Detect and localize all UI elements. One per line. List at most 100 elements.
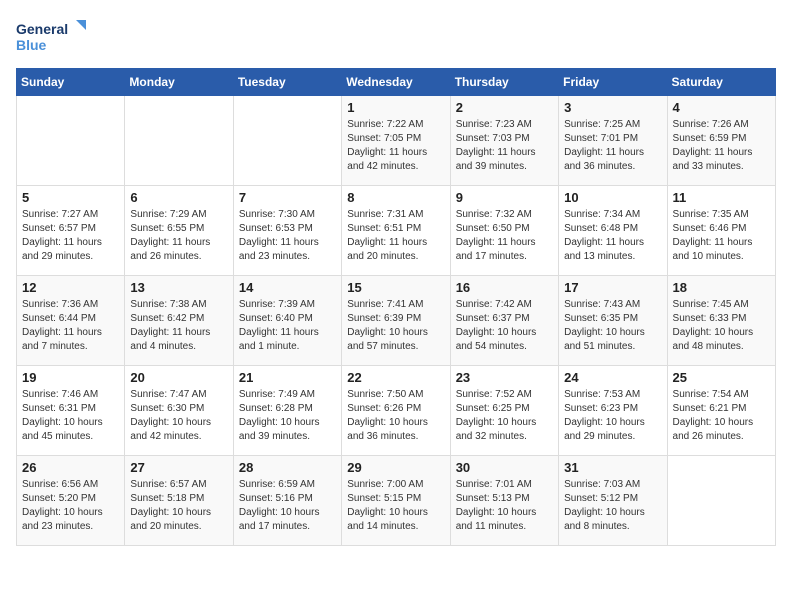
day-info: Sunrise: 7:35 AMSunset: 6:46 PMDaylight:… xyxy=(673,208,770,264)
calendar-cell: 16 Sunrise: 7:42 AMSunset: 6:37 PMDayligh… xyxy=(450,276,558,366)
day-info: Sunrise: 7:22 AMSunset: 7:05 PMDaylight:… xyxy=(347,118,444,174)
weekday-header: Sunday xyxy=(17,69,125,96)
day-info: Sunrise: 7:03 AMSunset: 5:12 PMDaylight:… xyxy=(564,478,661,534)
calendar-cell: 6Sunrise: 7:29 AMSunset: 6:55 PMDaylight… xyxy=(125,186,233,276)
day-info: Sunrise: 6:59 AMSunset: 5:16 PMDaylight:… xyxy=(239,478,336,534)
day-info: Sunrise: 7:34 AMSunset: 6:48 PMDaylight:… xyxy=(564,208,661,264)
calendar-cell: 13 Sunrise: 7:38 AMSunset: 6:42 PMDayligh… xyxy=(125,276,233,366)
calendar-body: 1 Sunrise: 7:22 AMSunset: 7:05 PMDaylight… xyxy=(17,96,776,546)
calendar-cell: 21 Sunrise: 7:49 AMSunset: 6:28 PMDayligh… xyxy=(233,366,341,456)
calendar-cell: 24Sunrise: 7:53 AMSunset: 6:23 PMDayligh… xyxy=(559,366,667,456)
calendar-week-row: 19Sunrise: 7:46 AMSunset: 6:31 PMDayligh… xyxy=(17,366,776,456)
calendar-cell xyxy=(233,96,341,186)
calendar-cell: 29 Sunrise: 7:00 AMSunset: 5:15 PMDayligh… xyxy=(342,456,450,546)
calendar-cell: 31 Sunrise: 7:03 AMSunset: 5:12 PMDayligh… xyxy=(559,456,667,546)
day-info: Sunrise: 7:25 AMSunset: 7:01 PMDaylight:… xyxy=(564,118,661,174)
logo-svg: General Blue xyxy=(16,16,86,56)
day-info: Sunrise: 7:01 AMSunset: 5:13 PMDaylight:… xyxy=(456,478,553,534)
day-number: 3 xyxy=(564,100,661,115)
day-number: 25 xyxy=(673,370,770,385)
calendar-cell: 2 Sunrise: 7:23 AMSunset: 7:03 PMDaylight… xyxy=(450,96,558,186)
day-info: Sunrise: 7:47 AMSunset: 6:30 PMDaylight:… xyxy=(130,388,227,444)
day-number: 1 xyxy=(347,100,444,115)
calendar-cell: 28Sunrise: 6:59 AMSunset: 5:16 PMDayligh… xyxy=(233,456,341,546)
calendar-table: SundayMondayTuesdayWednesdayThursdayFrid… xyxy=(16,68,776,546)
day-info: Sunrise: 6:57 AMSunset: 5:18 PMDaylight:… xyxy=(130,478,227,534)
day-number: 30 xyxy=(456,460,553,475)
calendar-week-row: 26 Sunrise: 6:56 AMSunset: 5:20 PMDayligh… xyxy=(17,456,776,546)
day-number: 31 xyxy=(564,460,661,475)
day-info: Sunrise: 7:27 AMSunset: 6:57 PMDaylight:… xyxy=(22,208,119,264)
day-number: 16 xyxy=(456,280,553,295)
day-number: 23 xyxy=(456,370,553,385)
calendar-cell: 30 Sunrise: 7:01 AMSunset: 5:13 PMDayligh… xyxy=(450,456,558,546)
day-info: Sunrise: 7:42 AMSunset: 6:37 PMDaylight:… xyxy=(456,298,553,354)
day-info: Sunrise: 7:52 AMSunset: 6:25 PMDaylight:… xyxy=(456,388,553,444)
calendar-cell: 27Sunrise: 6:57 AMSunset: 5:18 PMDayligh… xyxy=(125,456,233,546)
day-number: 22 xyxy=(347,370,444,385)
day-number: 14 xyxy=(239,280,336,295)
day-number: 12 xyxy=(22,280,119,295)
day-info: Sunrise: 7:30 AMSunset: 6:53 PMDaylight:… xyxy=(239,208,336,264)
logo: General Blue xyxy=(16,16,86,56)
calendar-cell: 7 Sunrise: 7:30 AMSunset: 6:53 PMDaylight… xyxy=(233,186,341,276)
calendar-cell: 18Sunrise: 7:45 AMSunset: 6:33 PMDayligh… xyxy=(667,276,775,366)
day-number: 5 xyxy=(22,190,119,205)
calendar-cell: 9Sunrise: 7:32 AMSunset: 6:50 PMDaylight… xyxy=(450,186,558,276)
weekday-header: Friday xyxy=(559,69,667,96)
calendar-cell: 10 Sunrise: 7:34 AMSunset: 6:48 PMDayligh… xyxy=(559,186,667,276)
calendar-week-row: 5 Sunrise: 7:27 AMSunset: 6:57 PMDaylight… xyxy=(17,186,776,276)
svg-text:Blue: Blue xyxy=(16,37,47,53)
day-info: Sunrise: 7:38 AMSunset: 6:42 PMDaylight:… xyxy=(130,298,227,354)
weekday-header: Saturday xyxy=(667,69,775,96)
calendar-cell xyxy=(125,96,233,186)
calendar-cell: 26 Sunrise: 6:56 AMSunset: 5:20 PMDayligh… xyxy=(17,456,125,546)
calendar-cell xyxy=(667,456,775,546)
day-info: Sunrise: 7:23 AMSunset: 7:03 PMDaylight:… xyxy=(456,118,553,174)
day-info: Sunrise: 7:50 AMSunset: 6:26 PMDaylight:… xyxy=(347,388,444,444)
day-number: 11 xyxy=(673,190,770,205)
calendar-cell: 19Sunrise: 7:46 AMSunset: 6:31 PMDayligh… xyxy=(17,366,125,456)
calendar-cell: 25Sunrise: 7:54 AMSunset: 6:21 PMDayligh… xyxy=(667,366,775,456)
day-info: Sunrise: 7:39 AMSunset: 6:40 PMDaylight:… xyxy=(239,298,336,354)
day-number: 21 xyxy=(239,370,336,385)
weekday-header: Thursday xyxy=(450,69,558,96)
day-info: Sunrise: 7:43 AMSunset: 6:35 PMDaylight:… xyxy=(564,298,661,354)
day-number: 29 xyxy=(347,460,444,475)
day-info: Sunrise: 7:53 AMSunset: 6:23 PMDaylight:… xyxy=(564,388,661,444)
day-number: 8 xyxy=(347,190,444,205)
day-number: 15 xyxy=(347,280,444,295)
day-info: Sunrise: 7:45 AMSunset: 6:33 PMDaylight:… xyxy=(673,298,770,354)
day-info: Sunrise: 7:49 AMSunset: 6:28 PMDaylight:… xyxy=(239,388,336,444)
day-number: 10 xyxy=(564,190,661,205)
calendar-cell: 12 Sunrise: 7:36 AMSunset: 6:44 PMDayligh… xyxy=(17,276,125,366)
day-number: 7 xyxy=(239,190,336,205)
day-number: 2 xyxy=(456,100,553,115)
calendar-header: SundayMondayTuesdayWednesdayThursdayFrid… xyxy=(17,69,776,96)
day-info: Sunrise: 7:31 AMSunset: 6:51 PMDaylight:… xyxy=(347,208,444,264)
weekday-header: Wednesday xyxy=(342,69,450,96)
calendar-cell: 5 Sunrise: 7:27 AMSunset: 6:57 PMDaylight… xyxy=(17,186,125,276)
calendar-cell: 15Sunrise: 7:41 AMSunset: 6:39 PMDayligh… xyxy=(342,276,450,366)
calendar-cell: 17 Sunrise: 7:43 AMSunset: 6:35 PMDayligh… xyxy=(559,276,667,366)
calendar-cell: 14 Sunrise: 7:39 AMSunset: 6:40 PMDayligh… xyxy=(233,276,341,366)
day-number: 13 xyxy=(130,280,227,295)
day-info: Sunrise: 7:26 AMSunset: 6:59 PMDaylight:… xyxy=(673,118,770,174)
calendar-cell: 8 Sunrise: 7:31 AMSunset: 6:51 PMDaylight… xyxy=(342,186,450,276)
day-number: 17 xyxy=(564,280,661,295)
weekday-header: Monday xyxy=(125,69,233,96)
calendar-cell: 23 Sunrise: 7:52 AMSunset: 6:25 PMDayligh… xyxy=(450,366,558,456)
calendar-week-row: 1 Sunrise: 7:22 AMSunset: 7:05 PMDaylight… xyxy=(17,96,776,186)
page-header: General Blue xyxy=(16,16,776,56)
day-number: 20 xyxy=(130,370,227,385)
day-number: 26 xyxy=(22,460,119,475)
calendar-week-row: 12 Sunrise: 7:36 AMSunset: 6:44 PMDayligh… xyxy=(17,276,776,366)
day-info: Sunrise: 7:36 AMSunset: 6:44 PMDaylight:… xyxy=(22,298,119,354)
day-number: 4 xyxy=(673,100,770,115)
day-info: Sunrise: 6:56 AMSunset: 5:20 PMDaylight:… xyxy=(22,478,119,534)
calendar-cell: 3 Sunrise: 7:25 AMSunset: 7:01 PMDaylight… xyxy=(559,96,667,186)
calendar-cell: 11 Sunrise: 7:35 AMSunset: 6:46 PMDayligh… xyxy=(667,186,775,276)
calendar-cell: 22 Sunrise: 7:50 AMSunset: 6:26 PMDayligh… xyxy=(342,366,450,456)
day-info: Sunrise: 7:00 AMSunset: 5:15 PMDaylight:… xyxy=(347,478,444,534)
day-info: Sunrise: 7:32 AMSunset: 6:50 PMDaylight:… xyxy=(456,208,553,264)
